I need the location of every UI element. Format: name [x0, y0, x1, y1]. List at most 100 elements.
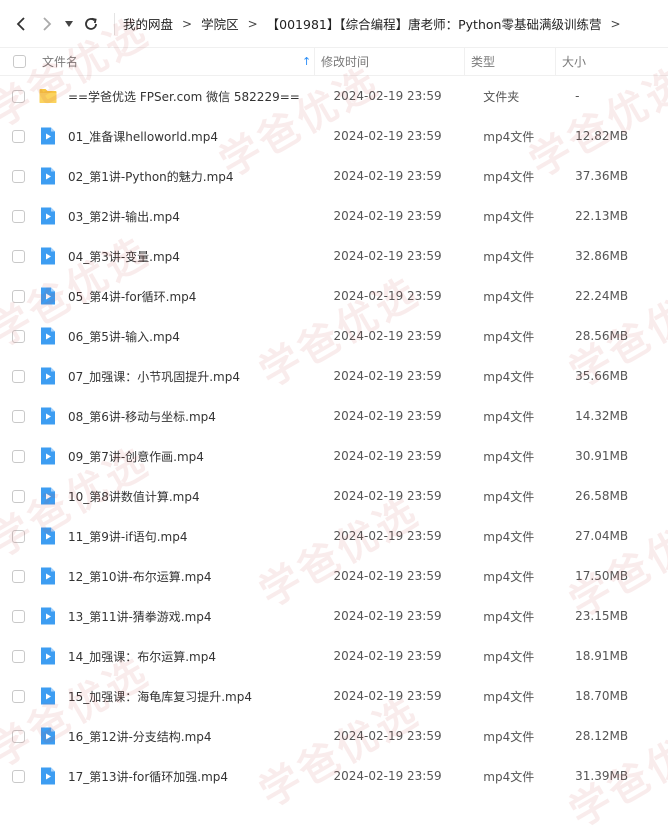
file-row[interactable]: 14_加强课：布尔运算.mp4 2024-02-19 23:59 mp4文件 18.9… — [0, 636, 668, 676]
file-row[interactable]: 10_第8讲数值计算.mp4 2024-02-19 23:59 mp4文件 26.58… — [0, 476, 668, 516]
file-size: 18.70MB — [575, 689, 629, 703]
file-row[interactable]: 03_第2讲-输出.mp4 2024-02-19 23:59 mp4文件 22.13M… — [0, 196, 668, 236]
row-checkbox-cell — [0, 209, 38, 223]
file-name[interactable]: 15_加强课：海龟库复习提升.mp4 — [68, 688, 252, 705]
breadcrumb-academy[interactable]: 学院区 — [201, 14, 239, 33]
file-row[interactable]: 02_第1讲-Python的魅力.mp4 2024-02-19 23:59 mp4文… — [0, 156, 668, 196]
file-size: 23.15MB — [575, 609, 629, 623]
video-file-icon — [38, 366, 68, 386]
breadcrumb-separator-icon: > — [610, 16, 621, 31]
row-checkbox[interactable] — [12, 209, 26, 223]
file-list-header: 文件名 ↑ 修改时间 类型 大小 — [0, 47, 668, 76]
column-header-name[interactable]: 文件名 ↑ — [38, 53, 314, 70]
file-row[interactable]: 01_准备课helloworld.mp4 2024-02-19 23:59 mp4文… — [0, 116, 668, 156]
file-row[interactable]: 06_第5讲-输入.mp4 2024-02-19 23:59 mp4文件 28.56M… — [0, 316, 668, 356]
column-header-size[interactable]: 大小 — [556, 53, 656, 70]
file-type: mp4文件 — [483, 769, 535, 784]
sort-ascending-icon[interactable]: ↑ — [302, 55, 314, 68]
file-name[interactable]: 16_第12讲-分支结构.mp4 — [68, 728, 212, 745]
row-checkbox[interactable] — [12, 689, 26, 703]
breadcrumb-my-drive[interactable]: 我的网盘 — [123, 14, 173, 33]
file-name[interactable]: 14_加强课：布尔运算.mp4 — [68, 648, 216, 665]
file-row[interactable]: 13_第11讲-猜拳游戏.mp4 2024-02-19 23:59 mp4文件 23.… — [0, 596, 668, 636]
row-checkbox[interactable] — [12, 129, 26, 143]
chevron-left-icon[interactable] — [8, 11, 34, 37]
file-row[interactable]: 08_第6讲-移动与坐标.mp4 2024-02-19 23:59 mp4文件 14.… — [0, 396, 668, 436]
row-checkbox[interactable] — [12, 729, 26, 743]
video-file-icon — [38, 526, 68, 546]
file-size: 22.13MB — [575, 209, 629, 223]
file-size: 17.50MB — [575, 569, 629, 583]
file-row[interactable]: ==学爸优选 FPSer.com 微信 582229== 2024-02-19 2… — [0, 76, 668, 116]
file-modified: 2024-02-19 23:59 — [333, 329, 442, 343]
row-checkbox-cell — [0, 769, 38, 783]
row-checkbox[interactable] — [12, 529, 26, 543]
select-all-cell — [0, 55, 38, 68]
toolbar-divider — [114, 12, 115, 35]
file-row[interactable]: 12_第10讲-布尔运算.mp4 2024-02-19 23:59 mp4文件 17.… — [0, 556, 668, 596]
file-name[interactable]: 01_准备课helloworld.mp4 — [68, 128, 218, 145]
file-name[interactable]: 04_第3讲-变量.mp4 — [68, 248, 180, 265]
video-file-icon — [38, 126, 68, 146]
file-modified: 2024-02-19 23:59 — [333, 289, 442, 303]
row-checkbox[interactable] — [12, 329, 26, 343]
file-name[interactable]: 10_第8讲数值计算.mp4 — [68, 488, 200, 505]
file-row[interactable]: 09_第7讲-创意作画.mp4 2024-02-19 23:59 mp4文件 30.9… — [0, 436, 668, 476]
breadcrumb-course-folder[interactable]: 【001981】【综合编程】唐老师：Python零基础满级训练营 — [267, 14, 602, 33]
file-row[interactable]: 11_第9讲-if语句.mp4 2024-02-19 23:59 mp4文件 27.0… — [0, 516, 668, 556]
file-row[interactable]: 16_第12讲-分支结构.mp4 2024-02-19 23:59 mp4文件 28.… — [0, 716, 668, 756]
file-row[interactable]: 07_加强课：小节巩固提升.mp4 2024-02-19 23:59 mp4文件 35… — [0, 356, 668, 396]
row-checkbox[interactable] — [12, 569, 26, 583]
file-name-cell: 13_第11讲-猜拳游戏.mp4 — [38, 606, 327, 626]
row-checkbox[interactable] — [12, 369, 26, 383]
row-checkbox-cell — [0, 449, 38, 463]
select-all-checkbox[interactable] — [12, 55, 26, 68]
chevron-right-icon[interactable] — [34, 11, 60, 37]
column-header-name-label: 文件名 — [42, 55, 79, 69]
file-row[interactable]: 15_加强课：海龟库复习提升.mp4 2024-02-19 23:59 mp4文件 1… — [0, 676, 668, 716]
file-modified: 2024-02-19 23:59 — [333, 529, 442, 543]
row-checkbox-cell — [0, 169, 38, 183]
file-name-cell: 04_第3讲-变量.mp4 — [38, 246, 327, 266]
column-header-type[interactable]: 类型 — [465, 53, 555, 70]
row-checkbox[interactable] — [12, 449, 26, 463]
refresh-icon[interactable] — [78, 11, 104, 37]
file-name[interactable]: 05_第4讲-for循环.mp4 — [68, 288, 197, 305]
row-checkbox[interactable] — [12, 769, 26, 783]
row-checkbox[interactable] — [12, 489, 26, 503]
file-name-cell: 03_第2讲-输出.mp4 — [38, 206, 327, 226]
file-size: 35.66MB — [575, 369, 629, 383]
row-checkbox[interactable] — [12, 169, 26, 183]
video-file-icon — [38, 246, 68, 266]
file-modified: 2024-02-19 23:59 — [333, 729, 442, 743]
file-modified: 2024-02-19 23:59 — [333, 649, 442, 663]
file-type: mp4文件 — [483, 449, 535, 464]
row-checkbox[interactable] — [12, 89, 26, 103]
file-name[interactable]: 12_第10讲-布尔运算.mp4 — [68, 568, 212, 585]
file-name[interactable]: ==学爸优选 FPSer.com 微信 582229== — [68, 88, 300, 105]
file-name[interactable]: 08_第6讲-移动与坐标.mp4 — [68, 408, 216, 425]
file-modified: 2024-02-19 23:59 — [333, 569, 442, 583]
row-checkbox[interactable] — [12, 609, 26, 623]
file-size: 30.91MB — [575, 449, 629, 463]
file-row[interactable]: 04_第3讲-变量.mp4 2024-02-19 23:59 mp4文件 32.86M… — [0, 236, 668, 276]
file-name[interactable]: 13_第11讲-猜拳游戏.mp4 — [68, 608, 212, 625]
file-name[interactable]: 03_第2讲-输出.mp4 — [68, 208, 180, 225]
file-type: mp4文件 — [483, 489, 535, 504]
column-header-modified[interactable]: 修改时间 — [315, 53, 464, 70]
caret-down-icon[interactable] — [60, 11, 78, 37]
file-row[interactable]: 17_第13讲-for循环加强.mp4 2024-02-19 23:59 mp4文件… — [0, 756, 668, 796]
row-checkbox[interactable] — [12, 249, 26, 263]
file-name[interactable]: 11_第9讲-if语句.mp4 — [68, 528, 188, 545]
file-row[interactable]: 05_第4讲-for循环.mp4 2024-02-19 23:59 mp4文件 22.… — [0, 276, 668, 316]
row-checkbox[interactable] — [12, 289, 26, 303]
file-size: 32.86MB — [575, 249, 629, 263]
file-name[interactable]: 06_第5讲-输入.mp4 — [68, 328, 180, 345]
folder-icon — [38, 86, 68, 106]
file-name[interactable]: 07_加强课：小节巩固提升.mp4 — [68, 368, 240, 385]
file-name[interactable]: 09_第7讲-创意作画.mp4 — [68, 448, 204, 465]
file-name[interactable]: 17_第13讲-for循环加强.mp4 — [68, 768, 228, 785]
file-name[interactable]: 02_第1讲-Python的魅力.mp4 — [68, 168, 234, 185]
row-checkbox[interactable] — [12, 409, 26, 423]
row-checkbox[interactable] — [12, 649, 26, 663]
